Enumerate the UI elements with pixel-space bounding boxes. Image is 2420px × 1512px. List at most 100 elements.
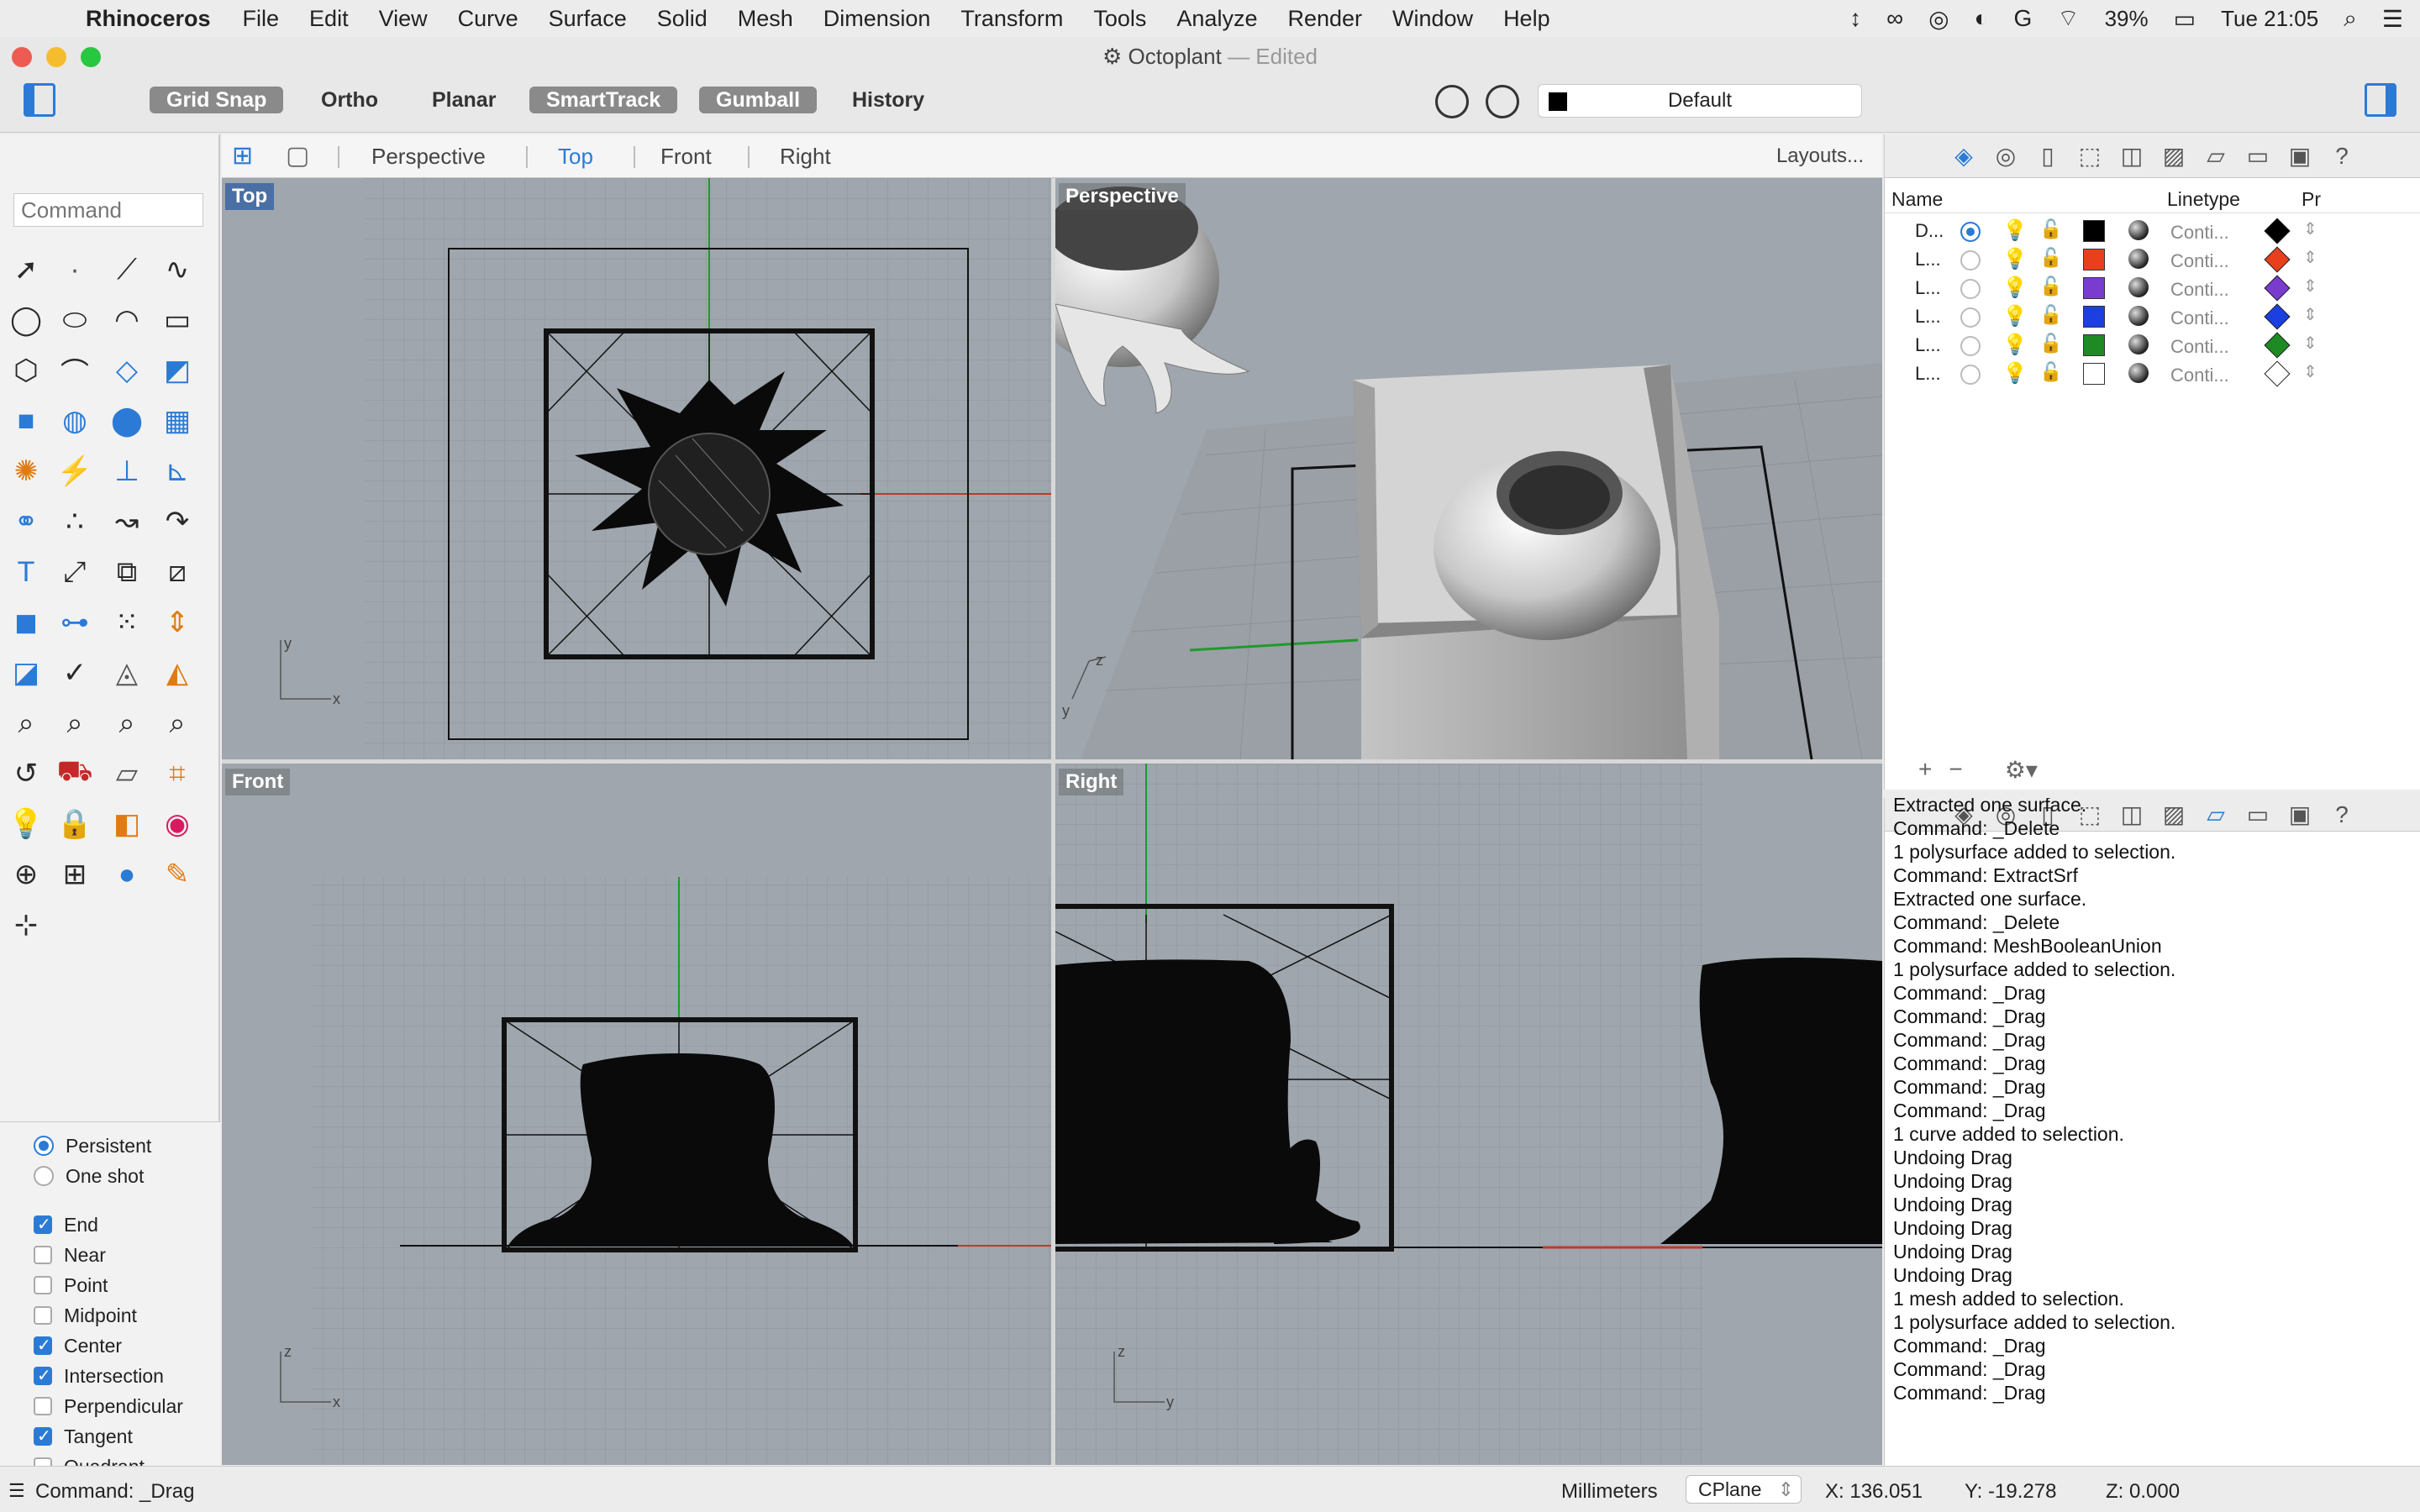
header-print[interactable]: Pr: [2302, 188, 2321, 211]
pen-icon[interactable]: ✎: [158, 855, 197, 894]
chevron-updown-icon[interactable]: ⇕: [2303, 361, 2317, 382]
viewport-divider-horizontal[interactable]: [222, 759, 1882, 764]
glasses-icon[interactable]: ∞: [1886, 5, 1903, 32]
viewport-label-top[interactable]: Top: [225, 183, 275, 210]
wire-grid-icon[interactable]: ⊞: [55, 855, 94, 894]
join-icon[interactable]: ⊾: [158, 452, 197, 491]
box-icon[interactable]: ■: [7, 402, 45, 440]
text-icon[interactable]: T: [7, 553, 45, 591]
battery-icon[interactable]: ▭: [2174, 5, 2196, 33]
material-sphere-icon[interactable]: [2128, 334, 2149, 354]
layer-icon[interactable]: ◧: [108, 805, 146, 843]
viewport-divider-vertical[interactable]: [1051, 178, 1055, 1465]
lock-icon[interactable]: 🔓: [2039, 304, 2062, 326]
print-color-diamond[interactable]: [2264, 275, 2291, 302]
cylinder-icon[interactable]: ⬤: [108, 402, 146, 440]
checkbox[interactable]: [34, 1306, 52, 1325]
ortho-toggle[interactable]: Ortho: [304, 87, 395, 113]
zoom-icon[interactable]: ⌕: [7, 704, 45, 743]
right-sidebar-toggle-icon[interactable]: [2365, 83, 2396, 117]
curve-icon[interactable]: ∿: [158, 250, 197, 289]
layer-color-swatch[interactable]: [2083, 363, 2105, 385]
layer-color-swatch[interactable]: [2083, 220, 2105, 242]
lightbulb-icon[interactable]: 💡: [2002, 361, 2028, 386]
checkbox[interactable]: [34, 1335, 52, 1356]
orient-icon[interactable]: ⧄: [158, 553, 197, 591]
layer-color-swatch[interactable]: [2083, 277, 2105, 299]
apple-icon[interactable]: [32, 4, 60, 33]
layer-row[interactable]: L... 💡 🔓 Conti... ⇕: [1885, 360, 2420, 388]
tab-front[interactable]: Front: [660, 134, 712, 178]
menu-analyze[interactable]: Analyze: [1176, 6, 1257, 32]
menu-curve[interactable]: Curve: [458, 6, 518, 32]
lock-icon[interactable]: 🔒: [55, 805, 94, 843]
viewport-front[interactable]: z x Front: [222, 764, 1051, 1465]
lock-icon[interactable]: 🔓: [2039, 276, 2062, 297]
menu-transform[interactable]: Transform: [960, 6, 1063, 32]
checkbox[interactable]: [34, 1214, 52, 1235]
explode-icon[interactable]: ✺: [7, 452, 45, 491]
arc-icon[interactable]: ◠: [108, 301, 146, 339]
filter-icon[interactable]: [1486, 85, 1519, 118]
lightbulb-icon[interactable]: 💡: [2002, 218, 2028, 243]
chevron-updown-icon[interactable]: ⇕: [2303, 218, 2317, 239]
surface-from-points-icon[interactable]: ◇: [108, 351, 146, 390]
clock[interactable]: Tue 21:05: [2221, 6, 2318, 32]
osnap-intersection[interactable]: Intersection: [34, 1364, 164, 1388]
viewport-top[interactable]: y x Top: [222, 178, 1051, 759]
polyline-icon[interactable]: ⟋: [108, 250, 146, 289]
notes-icon[interactable]: ▱: [2200, 140, 2232, 172]
array-icon[interactable]: ⧉: [108, 553, 146, 591]
menu-surface[interactable]: Surface: [549, 6, 627, 32]
ellipse-icon[interactable]: ⬭: [55, 301, 94, 339]
tab-perspective[interactable]: Perspective: [371, 134, 486, 178]
viewport-label-front[interactable]: Front: [225, 769, 291, 795]
menu-view[interactable]: View: [379, 6, 428, 32]
lightbulb-icon[interactable]: 💡: [2002, 247, 2028, 271]
polygon-icon[interactable]: ⬡: [7, 351, 45, 390]
menu-mesh[interactable]: Mesh: [738, 6, 793, 32]
material-sphere-icon[interactable]: [2128, 220, 2149, 240]
layers-icon[interactable]: ◈: [1948, 140, 1980, 172]
list-icon[interactable]: ☰: [8, 1480, 25, 1502]
command-history-icon[interactable]: ▱: [2200, 799, 2232, 831]
menu-dimension[interactable]: Dimension: [823, 6, 931, 32]
checkbox[interactable]: [34, 1365, 52, 1386]
current-layer-radio[interactable]: [1960, 307, 1981, 328]
gumball-axis-icon[interactable]: ⊹: [7, 906, 45, 944]
layer-row[interactable]: L... 💡 🔓 Conti... ⇕: [1885, 245, 2420, 274]
tab-right[interactable]: Right: [780, 134, 831, 178]
lightbulb-icon[interactable]: 💡: [2002, 333, 2028, 357]
planar-toggle[interactable]: Planar: [415, 87, 513, 113]
viewport-right[interactable]: z y Right: [1055, 764, 1882, 1465]
history-toggle[interactable]: History: [835, 87, 941, 113]
material-sphere-icon[interactable]: [2128, 363, 2149, 383]
layer-name[interactable]: L...: [1915, 277, 1941, 299]
layer-linetype[interactable]: Conti...: [2170, 307, 2229, 329]
single-viewport-icon[interactable]: ▢: [286, 134, 309, 178]
layer-row[interactable]: L... 💡 🔓 Conti... ⇕: [1885, 331, 2420, 360]
block-icon[interactable]: ◼: [7, 603, 45, 642]
osnap-point[interactable]: Point: [34, 1273, 108, 1297]
menu-edit[interactable]: Edit: [309, 6, 349, 32]
four-viewports-icon[interactable]: ⊞: [232, 134, 253, 178]
viewport-icon[interactable]: ▭: [2242, 799, 2274, 831]
grammarly-icon[interactable]: G: [2013, 5, 2032, 32]
osnap-midpoint[interactable]: Midpoint: [34, 1304, 137, 1327]
print-color-diamond[interactable]: [2264, 332, 2291, 359]
grid-array-icon[interactable]: ⁙: [108, 603, 146, 642]
cube-icon[interactable]: ⬚: [2074, 140, 2106, 172]
analyze-surface-icon[interactable]: ◪: [7, 654, 45, 692]
light-icon[interactable]: 💡: [7, 805, 45, 843]
viewport-label-right[interactable]: Right: [1059, 769, 1124, 795]
grid-snap-toggle[interactable]: Grid Snap: [150, 87, 284, 113]
layer-row[interactable]: L... 💡 🔓 Conti... ⇕: [1885, 274, 2420, 302]
menu-tools[interactable]: Tools: [1093, 6, 1146, 32]
left-sidebar-toggle-icon[interactable]: [24, 83, 55, 117]
osnap-one-shot[interactable]: One shot: [34, 1164, 144, 1188]
layer-linetype[interactable]: Conti...: [2170, 336, 2229, 358]
zoom-selected-icon[interactable]: ⌕: [158, 704, 197, 743]
smarttrack-toggle[interactable]: SmartTrack: [529, 87, 678, 113]
chevron-updown-icon[interactable]: ⇕: [2303, 304, 2317, 325]
car-icon[interactable]: ⛟: [55, 754, 94, 793]
